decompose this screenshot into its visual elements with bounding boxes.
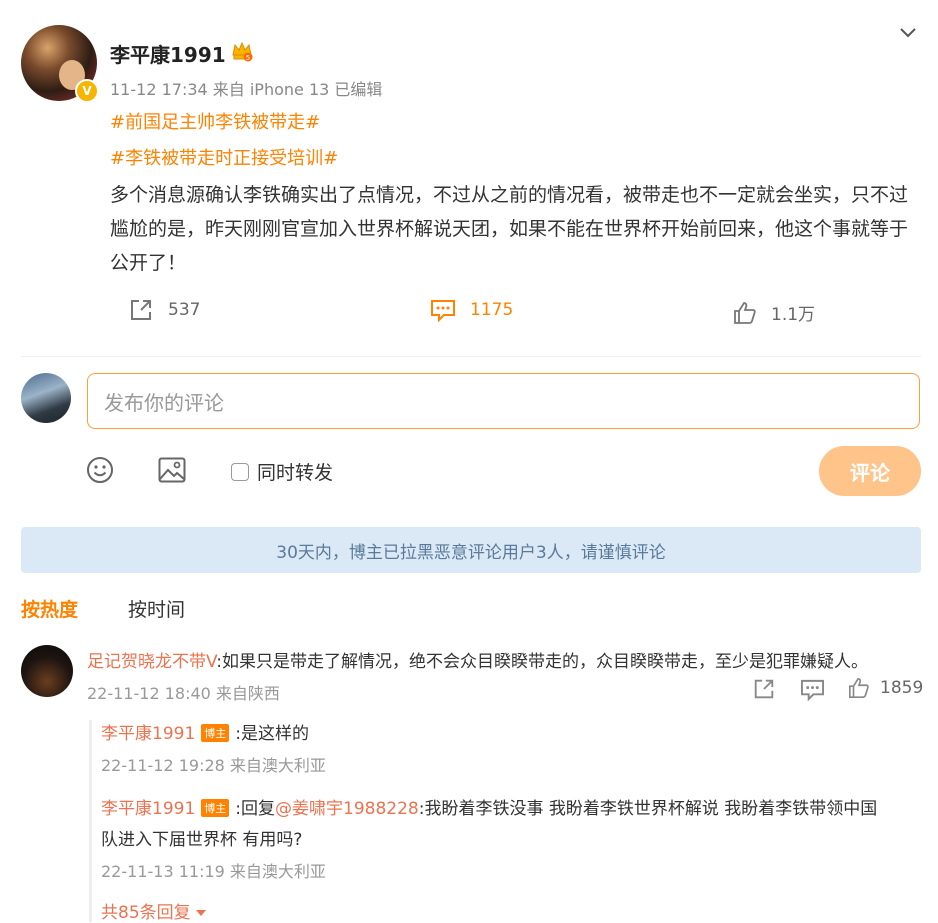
comment-author[interactable]: 足记贺晓龙不带V <box>87 652 216 672</box>
reply-mention[interactable]: @姜啸宇1988228 <box>275 799 419 819</box>
comment-button[interactable]: 1175 <box>430 298 513 322</box>
reply-meta: 22-11-12 19:28 来自澳大利亚 <box>101 756 326 775</box>
reply-text-line2: 队进入下届世界杯 有用吗? <box>101 830 303 850</box>
comment-text: 足记贺晓龙不带V:如果只是带走了解情况，绝不会众目睽睽带走的，众目睽睽带走，至少… <box>87 647 868 672</box>
like-count: 1.1万 <box>771 305 816 325</box>
repost-checkbox[interactable]: 同时转发 <box>231 458 333 485</box>
reply-1: 李平康1991 博主 :是这样的 <box>101 719 309 744</box>
reply-prefix: :回复 <box>235 799 275 819</box>
checkbox-box[interactable] <box>231 462 249 481</box>
tab-sort-hot[interactable]: 按热度 <box>21 595 78 622</box>
emoji-icon[interactable] <box>86 456 114 484</box>
tab-sort-time[interactable]: 按时间 <box>128 595 185 622</box>
crown-icon: 5 <box>231 40 253 62</box>
like-button[interactable]: 1.1万 <box>733 300 815 325</box>
blacklist-notice: 30天内，博主已拉黑恶意评论用户3人，请谨慎评论 <box>21 527 921 573</box>
reply-author[interactable]: 李平康1991 <box>101 799 195 819</box>
comment-count: 1175 <box>470 300 514 320</box>
author-name[interactable]: 李平康1991 <box>110 39 226 68</box>
reply-author[interactable]: 李平康1991 <box>101 724 195 744</box>
like-icon <box>848 677 870 699</box>
more-replies-label: 共85条回复 <box>101 903 191 923</box>
current-user-avatar <box>21 373 71 423</box>
blogger-badge: 博主 <box>201 724 230 742</box>
verified-badge: V <box>75 79 99 103</box>
hashtag-1[interactable]: #前国足主帅李铁被带走# <box>110 108 320 134</box>
blogger-badge: 博主 <box>201 799 230 817</box>
reply-2: 李平康1991 博主 :回复@姜啸宇1988228:我盼着李铁没事 我盼着李铁世界杯… <box>101 794 877 819</box>
like-icon <box>733 301 757 325</box>
comment-body: :如果只是带走了解情况，绝不会众目睽睽带走的，众目睽睽带走，至少是犯罪嫌疑人。 <box>216 652 868 672</box>
comment-repost-icon[interactable] <box>752 677 776 701</box>
image-icon[interactable] <box>158 457 186 483</box>
comment-input[interactable]: 发布你的评论 <box>87 373 920 429</box>
crown-level: 5 <box>246 54 250 62</box>
commenter-avatar[interactable] <box>21 645 73 697</box>
submit-comment-button[interactable]: 评论 <box>819 446 921 496</box>
caret-down-icon <box>196 909 207 917</box>
more-replies-link[interactable]: 共85条回复 <box>101 898 207 923</box>
comment-reply-icon[interactable] <box>800 678 825 701</box>
reply-thread-line <box>89 720 92 922</box>
comment-like-count: 1859 <box>880 678 924 698</box>
comment-meta: 22-11-12 18:40 来自陕西 <box>87 684 280 703</box>
repost-button[interactable]: 537 <box>128 297 200 323</box>
divider <box>21 356 921 357</box>
hashtag-2[interactable]: #李铁被带走时正接受培训# <box>110 144 338 170</box>
comment-like-button[interactable]: 1859 <box>848 677 923 699</box>
reply-meta: 22-11-13 11:19 来自澳大利亚 <box>101 862 326 881</box>
reply-text: :是这样的 <box>235 724 309 744</box>
repost-count: 537 <box>168 300 201 320</box>
comment-icon <box>430 298 456 322</box>
repost-checkbox-label: 同时转发 <box>257 462 334 484</box>
chevron-down-icon[interactable] <box>898 22 918 42</box>
post-content: 多个消息源确认李铁确实出了点情况，不过从之前的情况看，被带走也不一定就会坐实，只… <box>110 184 909 274</box>
repost-icon <box>128 297 154 323</box>
post-meta: 11-12 17:34 来自 iPhone 13 已编辑 <box>110 80 383 99</box>
reply-text-line1: :我盼着李铁没事 我盼着李铁世界杯解说 我盼着李铁带领中国 <box>418 799 878 819</box>
